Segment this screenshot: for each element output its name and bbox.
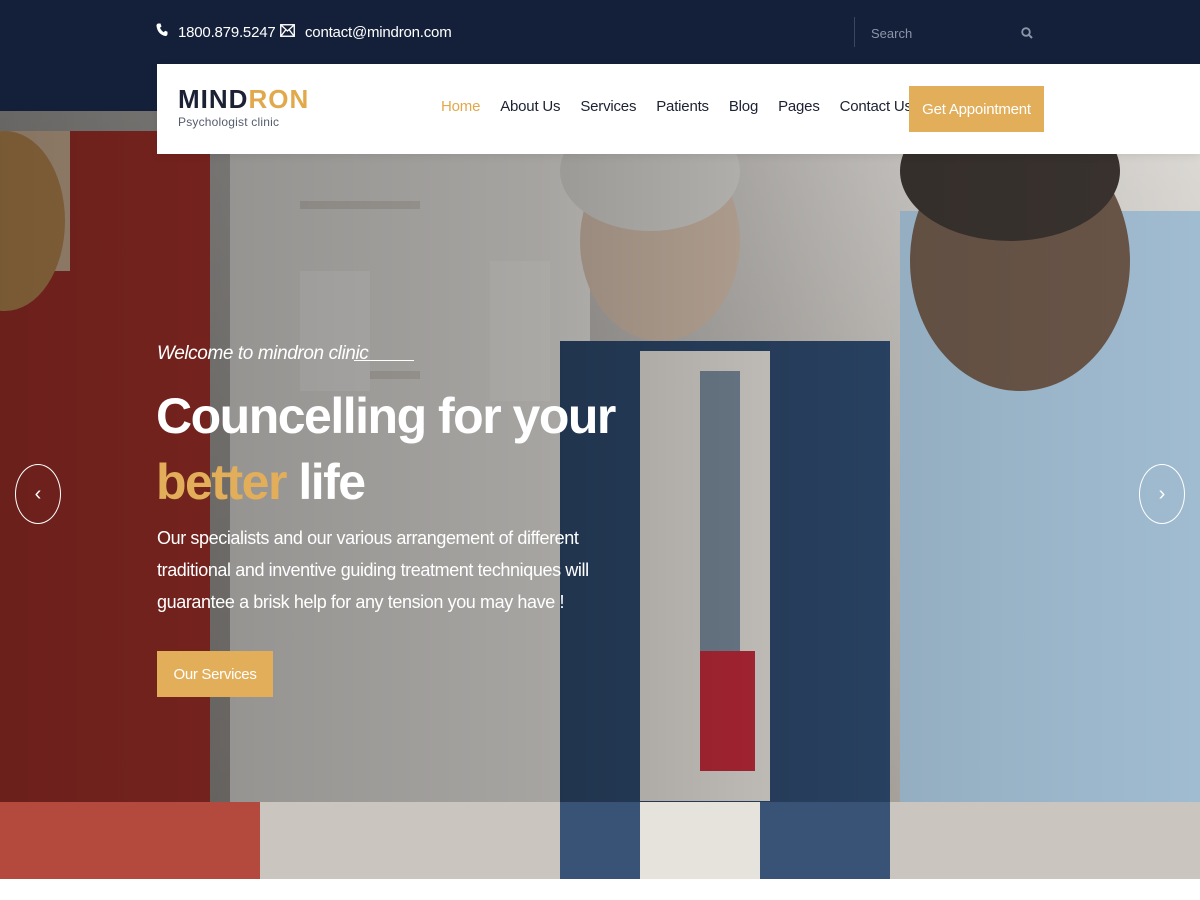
email-contact[interactable]: contact@mindron.com (280, 20, 452, 44)
menu-item-home[interactable]: Home (441, 98, 480, 115)
menu-item-contact-us[interactable]: Contact Us (840, 98, 912, 115)
headline-accent: better (156, 454, 287, 510)
headline-rest: life (285, 454, 366, 510)
menu-item-pages[interactable]: Pages (778, 98, 820, 115)
hero-welcome-text: Welcome to mindron clinic (157, 343, 369, 364)
our-services-button[interactable]: Our Services (157, 651, 273, 697)
slider-prev-button[interactable]: ‹ (15, 464, 61, 524)
slider-next-button[interactable]: › (1139, 464, 1185, 524)
chevron-right-icon: › (1158, 482, 1166, 505)
menu-item-patients[interactable]: Patients (656, 98, 709, 115)
get-appointment-button[interactable]: Get Appointment (909, 86, 1044, 132)
main-navbar: MINDRON Psychologist clinic Home About U… (157, 64, 1200, 154)
site-logo[interactable]: MINDRON Psychologist clinic (178, 86, 309, 129)
chevron-left-icon: ‹ (34, 482, 42, 505)
phone-contact[interactable]: 1800.879.5247 (156, 20, 276, 44)
logo-wordmark: MINDRON (178, 86, 309, 112)
phone-icon (156, 23, 178, 41)
menu-item-blog[interactable]: Blog (729, 98, 758, 115)
hero-bottom-strip (0, 802, 1200, 879)
hero-headline: Councelling for your better life (156, 383, 616, 515)
headline-line-2: better life (156, 449, 615, 515)
menu-item-services[interactable]: Services (580, 98, 636, 115)
welcome-divider-line (354, 360, 414, 361)
main-menu: Home About Us Services Patients Blog Pag… (441, 98, 932, 115)
hero-description: Our specialists and our various arrangem… (157, 528, 589, 612)
logo-subtitle: Psychologist clinic (178, 115, 280, 129)
search-input[interactable] (869, 22, 1013, 44)
search-box (854, 17, 1045, 47)
headline-line-1: Councelling for your (156, 388, 616, 444)
phone-number[interactable]: 1800.879.5247 (178, 24, 276, 41)
envelope-icon (280, 23, 305, 41)
email-address[interactable]: contact@mindron.com (305, 24, 452, 41)
menu-item-about-us[interactable]: About Us (500, 98, 560, 115)
logo-suffix: RON (248, 84, 310, 114)
logo-prefix: MIND (178, 84, 249, 114)
search-icon[interactable] (1021, 26, 1033, 44)
